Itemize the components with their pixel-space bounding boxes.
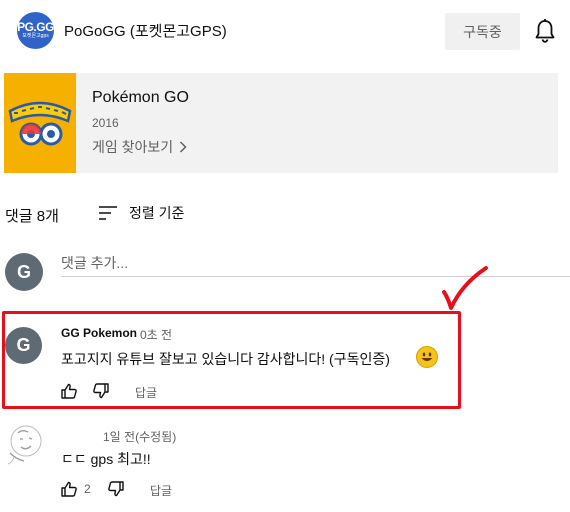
thumbs-down-icon[interactable] (107, 480, 125, 498)
comment-text: ㄷㄷ gps 최고!! (61, 451, 151, 467)
channel-name[interactable]: PoGoGG (포켓몬고GPS) (64, 20, 227, 41)
comment-author-avatar[interactable]: G (5, 327, 42, 364)
add-comment-underline (61, 276, 570, 277)
channel-logo-text: PG.GG (17, 20, 54, 34)
channel-logo-subtext: 포켓몬고gps (22, 33, 49, 39)
game-thumbnail[interactable] (4, 73, 76, 173)
game-card[interactable]: Pokémon GO 2016 게임 찾아보기 (4, 73, 558, 173)
subscribed-button[interactable]: 구독중 (445, 13, 520, 50)
sort-button[interactable]: 정렬 기준 (99, 203, 184, 223)
comment-author-name[interactable]: GG Pokemon (61, 326, 137, 340)
channel-avatar[interactable]: PG.GG 포켓몬고gps (17, 12, 54, 49)
notification-bell-icon[interactable] (533, 18, 557, 44)
like-count: 2 (84, 482, 91, 496)
comment-timestamp[interactable]: 0초 전 (140, 326, 172, 343)
reply-button[interactable]: 답글 (135, 384, 157, 401)
pokemon-go-logo (4, 73, 76, 173)
sort-icon (99, 206, 117, 220)
comment-timestamp[interactable]: 1일 전(수정됨) (103, 428, 176, 445)
thumbs-up-icon[interactable] (60, 382, 78, 400)
comment-author-avatar-sketch[interactable] (4, 423, 44, 465)
thumbs-up-icon[interactable] (60, 480, 78, 498)
comment-count: 댓글 8개 (5, 208, 59, 225)
comment-text: 포고지지 유튜브 잘보고 있습니다 감사합니다! (구독인증) (61, 351, 390, 367)
thumbs-down-icon[interactable] (92, 382, 110, 400)
user-avatar: G (5, 253, 43, 291)
smiling-face-emoji-icon (416, 346, 438, 368)
browse-game-link[interactable]: 게임 찾아보기 (92, 137, 187, 157)
sort-label: 정렬 기준 (129, 205, 185, 221)
game-year: 2016 (92, 116, 119, 130)
add-comment-input[interactable]: 댓글 추가... (61, 253, 128, 273)
reply-button[interactable]: 답글 (150, 482, 172, 499)
chevron-right-icon (180, 141, 187, 153)
game-title[interactable]: Pokémon GO (92, 89, 189, 107)
browse-game-label: 게임 찾아보기 (92, 139, 174, 155)
red-checkmark-annotation (442, 266, 488, 310)
